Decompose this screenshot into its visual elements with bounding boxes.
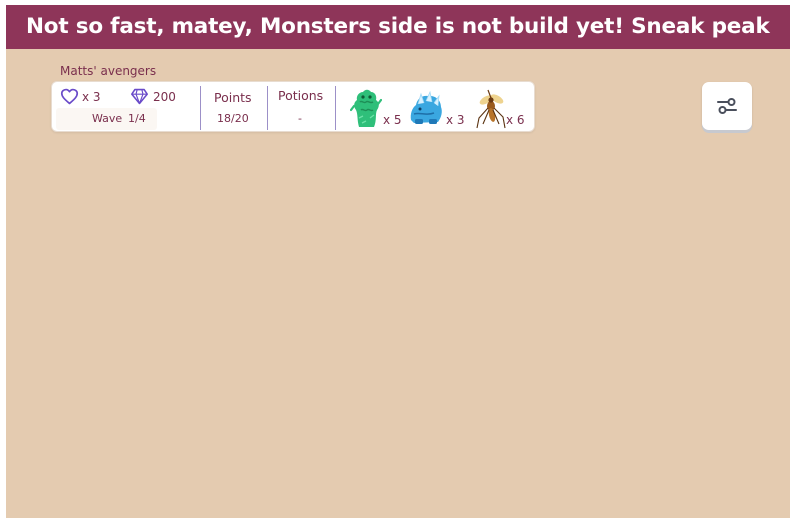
gems-count: 200 [153,90,176,104]
points-label: Points [214,90,252,105]
ice-beast-monster-icon [410,90,442,124]
potions-label: Potions [278,88,324,103]
wave-value: 1/4 [128,112,146,125]
settings-button[interactable] [702,82,752,130]
lives-count: x 3 [82,90,101,104]
team-name: Matts' avengers [60,64,157,78]
game-screen: Not so fast, matey, Monsters side is not… [6,5,790,518]
divider [335,86,336,130]
divider [200,86,201,130]
potions-value: - [298,112,302,125]
green-slime-monster-icon [350,89,382,127]
mosquito-monster-icon [476,89,506,129]
monster-count: x 3 [446,113,465,127]
wave-label: Wave [92,112,123,125]
status-hud: x 3 200 Wave 1/4 Points 18/20 Potions - … [51,81,535,132]
divider [267,86,268,130]
sliders-icon [717,98,737,114]
heart-outline-icon [60,88,79,105]
diamond-icon [130,88,148,105]
points-value: 18/20 [217,112,249,125]
monster-count: x 6 [506,113,525,127]
monster-count: x 5 [383,113,402,127]
announcement-banner: Not so fast, matey, Monsters side is not… [6,5,790,49]
